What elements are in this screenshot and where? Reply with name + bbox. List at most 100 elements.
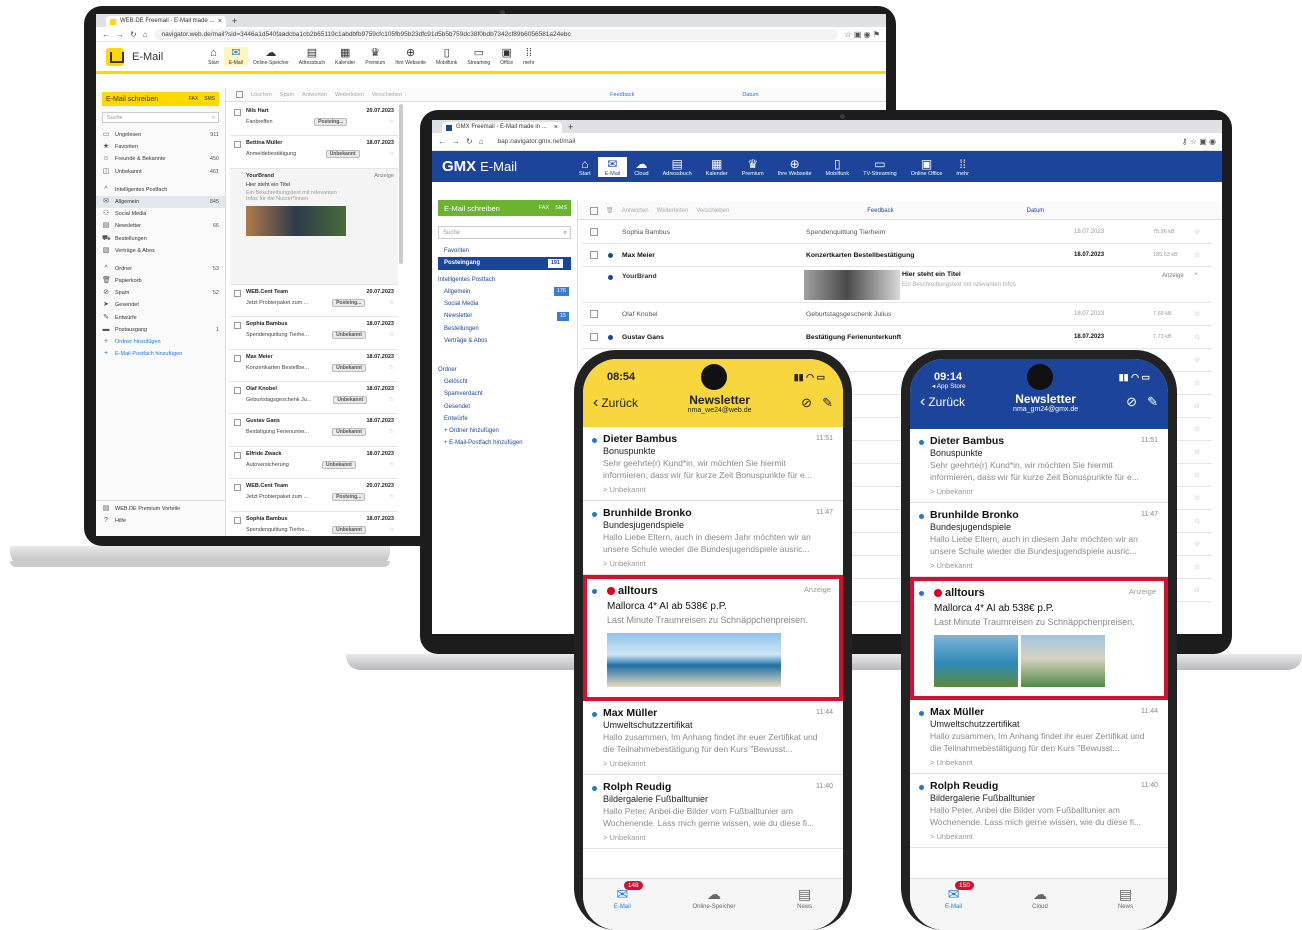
webde-nav-10[interactable]: ⁞⁞ mehr [518,47,539,66]
gmx-nav-0[interactable]: ⌂ Start [572,157,598,177]
phone-mail-item[interactable]: Rolph Reudig 11:40 Bildergalerie Fußball… [910,774,1168,848]
webde-mail-row[interactable]: Bettina Müller18.07.2023 Anmeldebestätig… [230,136,398,168]
gmx-folder-9[interactable]: Ordner [432,364,577,376]
webde-mail-row[interactable]: Olaf Knobel18.07.2023 Geburtstagsgeschen… [230,382,398,414]
star-icon[interactable]: ☆ [1194,333,1200,341]
gmx-folder-1[interactable]: Posteingang 191 [438,257,571,269]
back-button[interactable]: ‹Zurück [920,393,965,411]
gmx-nav-1[interactable]: ✉ E-Mail [598,157,628,177]
webde-folder-7[interactable]: ▤ Newsletter 66 [96,220,225,232]
webde-nav-2[interactable]: ☁ Online-Speicher [248,47,294,66]
star-icon[interactable]: ☆ [389,462,394,468]
webde-browser-tab[interactable]: WEB.DE Freemail - E-Mail made ... × [106,16,226,27]
phone-mail-item[interactable]: Max Müller 11:44 Umweltschutzzertifikat … [910,700,1168,774]
reload-icon[interactable]: ↻ [130,30,137,39]
star-icon[interactable]: ☆ [389,300,394,306]
webde-nav-1[interactable]: ✉ E-Mail [224,47,248,66]
gmx-nav-5[interactable]: ♛ Premium [735,157,771,177]
webde-folder-4[interactable]: ^ Intelligentes Postfach [96,184,225,196]
row-checkbox[interactable] [234,141,241,148]
webde-mail-row[interactable]: Max Meier18.07.2023 Konzertkarten Bestel… [230,350,398,382]
row-checkbox[interactable] [234,290,241,297]
close-tab-icon[interactable]: × [554,122,558,133]
webde-folder-17[interactable]: + E-Mail-Postfach hinzufügen [96,348,225,360]
webde-compose-button[interactable]: E-Mail schreiben FAX SMS [102,92,219,106]
star-icon[interactable]: ☆ [1194,586,1200,594]
phone-mail-item[interactable]: Brunhilde Bronko 11:47 Bundesjugendspiel… [910,503,1168,577]
phone-mail-item[interactable]: Max Müller 11:44 Umweltschutzzertifikat … [583,701,843,775]
reply-button[interactable]: Antworten [302,92,327,98]
spam-button[interactable]: Spam [280,92,294,98]
tab-cloud[interactable]: ☁Online-Speicher [692,887,735,930]
phone-mail-item[interactable]: Dieter Bambus 11:51 Bonuspunkte Sehr gee… [583,427,843,501]
webde-mail-row[interactable]: WEB.Cent Team20.07.2023 Jetzt Probierpak… [230,285,398,317]
delete-button[interactable]: Löschen [251,92,272,98]
webde-nav-8[interactable]: ▭ Streaming [462,47,495,66]
select-icon[interactable]: ⊘ [1126,394,1137,410]
forward-button[interactable]: Weiterleiten [335,92,364,98]
webde-folder-13[interactable]: ➤ Gesendet [96,299,225,311]
gmx-folder-2[interactable]: Intelligentes Postfach [432,274,577,286]
gmx-folder-8[interactable] [432,347,577,359]
reply-button[interactable]: Antworten [622,208,649,214]
forward-button[interactable]: Weiterleiten [657,208,689,214]
tab-news[interactable]: ▤News [797,887,812,930]
back-icon[interactable]: ← [102,30,110,39]
webde-folder-6[interactable]: ⚇ Social Media [96,208,225,220]
premium-link[interactable]: ▤WEB.DE Premium Vorteile [96,503,226,515]
star-icon[interactable]: ☆ [1194,402,1200,410]
star-icon[interactable]: ☆ [389,119,394,125]
feedback-link[interactable]: Feedback [610,92,634,98]
star-icon[interactable]: ☆ [1194,379,1200,387]
close-tab-icon[interactable]: × [218,16,222,27]
gmx-folder-10[interactable]: Gelöscht [432,376,577,388]
gmx-nav-9[interactable]: ▣ Online Office [904,157,950,177]
delete-icon[interactable]: 🗑 [606,207,614,214]
row-checkbox[interactable] [234,419,241,426]
webde-nav-9[interactable]: ▣ Office [495,47,518,66]
gmx-folder-0[interactable]: Favoriten [432,245,577,257]
gmx-folder-12[interactable]: Gesendet [432,401,577,413]
star-icon[interactable]: ☆ [389,397,394,403]
row-checkbox[interactable] [234,322,241,329]
row-checkbox[interactable] [590,310,598,318]
compose-icon[interactable]: ✎ [822,395,833,411]
gmx-address-field[interactable]: bap.navigator.gmx.net/mail [490,136,1176,147]
home-icon[interactable]: ⌂ [143,30,148,39]
search-icon[interactable]: ⌕ [212,113,215,123]
gmx-compose-button[interactable]: E-Mail schreiben FAX SMS [438,200,571,216]
move-button[interactable]: Verschieben [372,92,402,98]
move-button[interactable]: Verschieben [696,208,729,214]
webde-nav-0[interactable]: ⌂ Start [203,47,224,66]
webde-folder-1[interactable]: ★ Favoriten [96,141,225,153]
gmx-folder-6[interactable]: Bestellungen [432,323,577,335]
gmx-mail-row[interactable]: Gustav Gans Bestätigung Ferienunterkunft… [582,326,1212,349]
new-tab-icon[interactable]: + [568,122,573,133]
webde-mail-row[interactable]: Sophia Bambus18.07.2023 Spendenquittung … [230,317,398,349]
webde-mail-row[interactable]: WEB.Cent Team20.07.2023 Jetzt Probierpak… [230,479,398,511]
gmx-folder-13[interactable]: Entwürfe [432,413,577,425]
row-checkbox[interactable] [234,517,241,524]
close-icon[interactable]: × [1194,271,1198,278]
star-icon[interactable]: ☆ [1194,563,1200,571]
help-link[interactable]: ?Hilfe [96,515,226,527]
new-tab-icon[interactable]: + [232,16,237,27]
star-icon[interactable]: ☆ [389,151,394,157]
phone-mail-item[interactable]: Dieter Bambus 11:51 Bonuspunkte Sehr gee… [910,429,1168,503]
webde-folder-0[interactable]: ▭ Ungelesen 911 [96,129,225,141]
gmx-search-input[interactable]: Suche ⌕ [438,226,571,239]
gmx-folder-7[interactable]: Verträge & Abos [432,335,577,347]
webde-folder-11[interactable]: 🗑 Papierkorb [96,275,225,287]
gmx-nav-8[interactable]: ▭ TV-Streaming [856,157,904,177]
row-checkbox[interactable] [590,333,598,341]
forward-icon[interactable]: → [116,30,124,39]
sort-date-button[interactable]: Datum [742,92,758,98]
gmx-browser-tab[interactable]: GMX Freemail - E-Mail made in ... × [442,122,562,133]
webde-folder-12[interactable]: ⊘ Spam 52 [96,287,225,299]
star-icon[interactable]: ☆ [389,527,394,533]
feedback-link[interactable]: Feedback [867,208,893,214]
gmx-nav-6[interactable]: ⊕ Ihre Webseite [771,157,819,177]
gmx-folder-14[interactable]: + Ordner hinzufügen [432,425,577,437]
gmx-logo[interactable]: GMX [442,158,476,175]
webde-mail-row[interactable]: Nils Hart20.07.2023 Fanbreffen Posteing.… [230,104,398,136]
